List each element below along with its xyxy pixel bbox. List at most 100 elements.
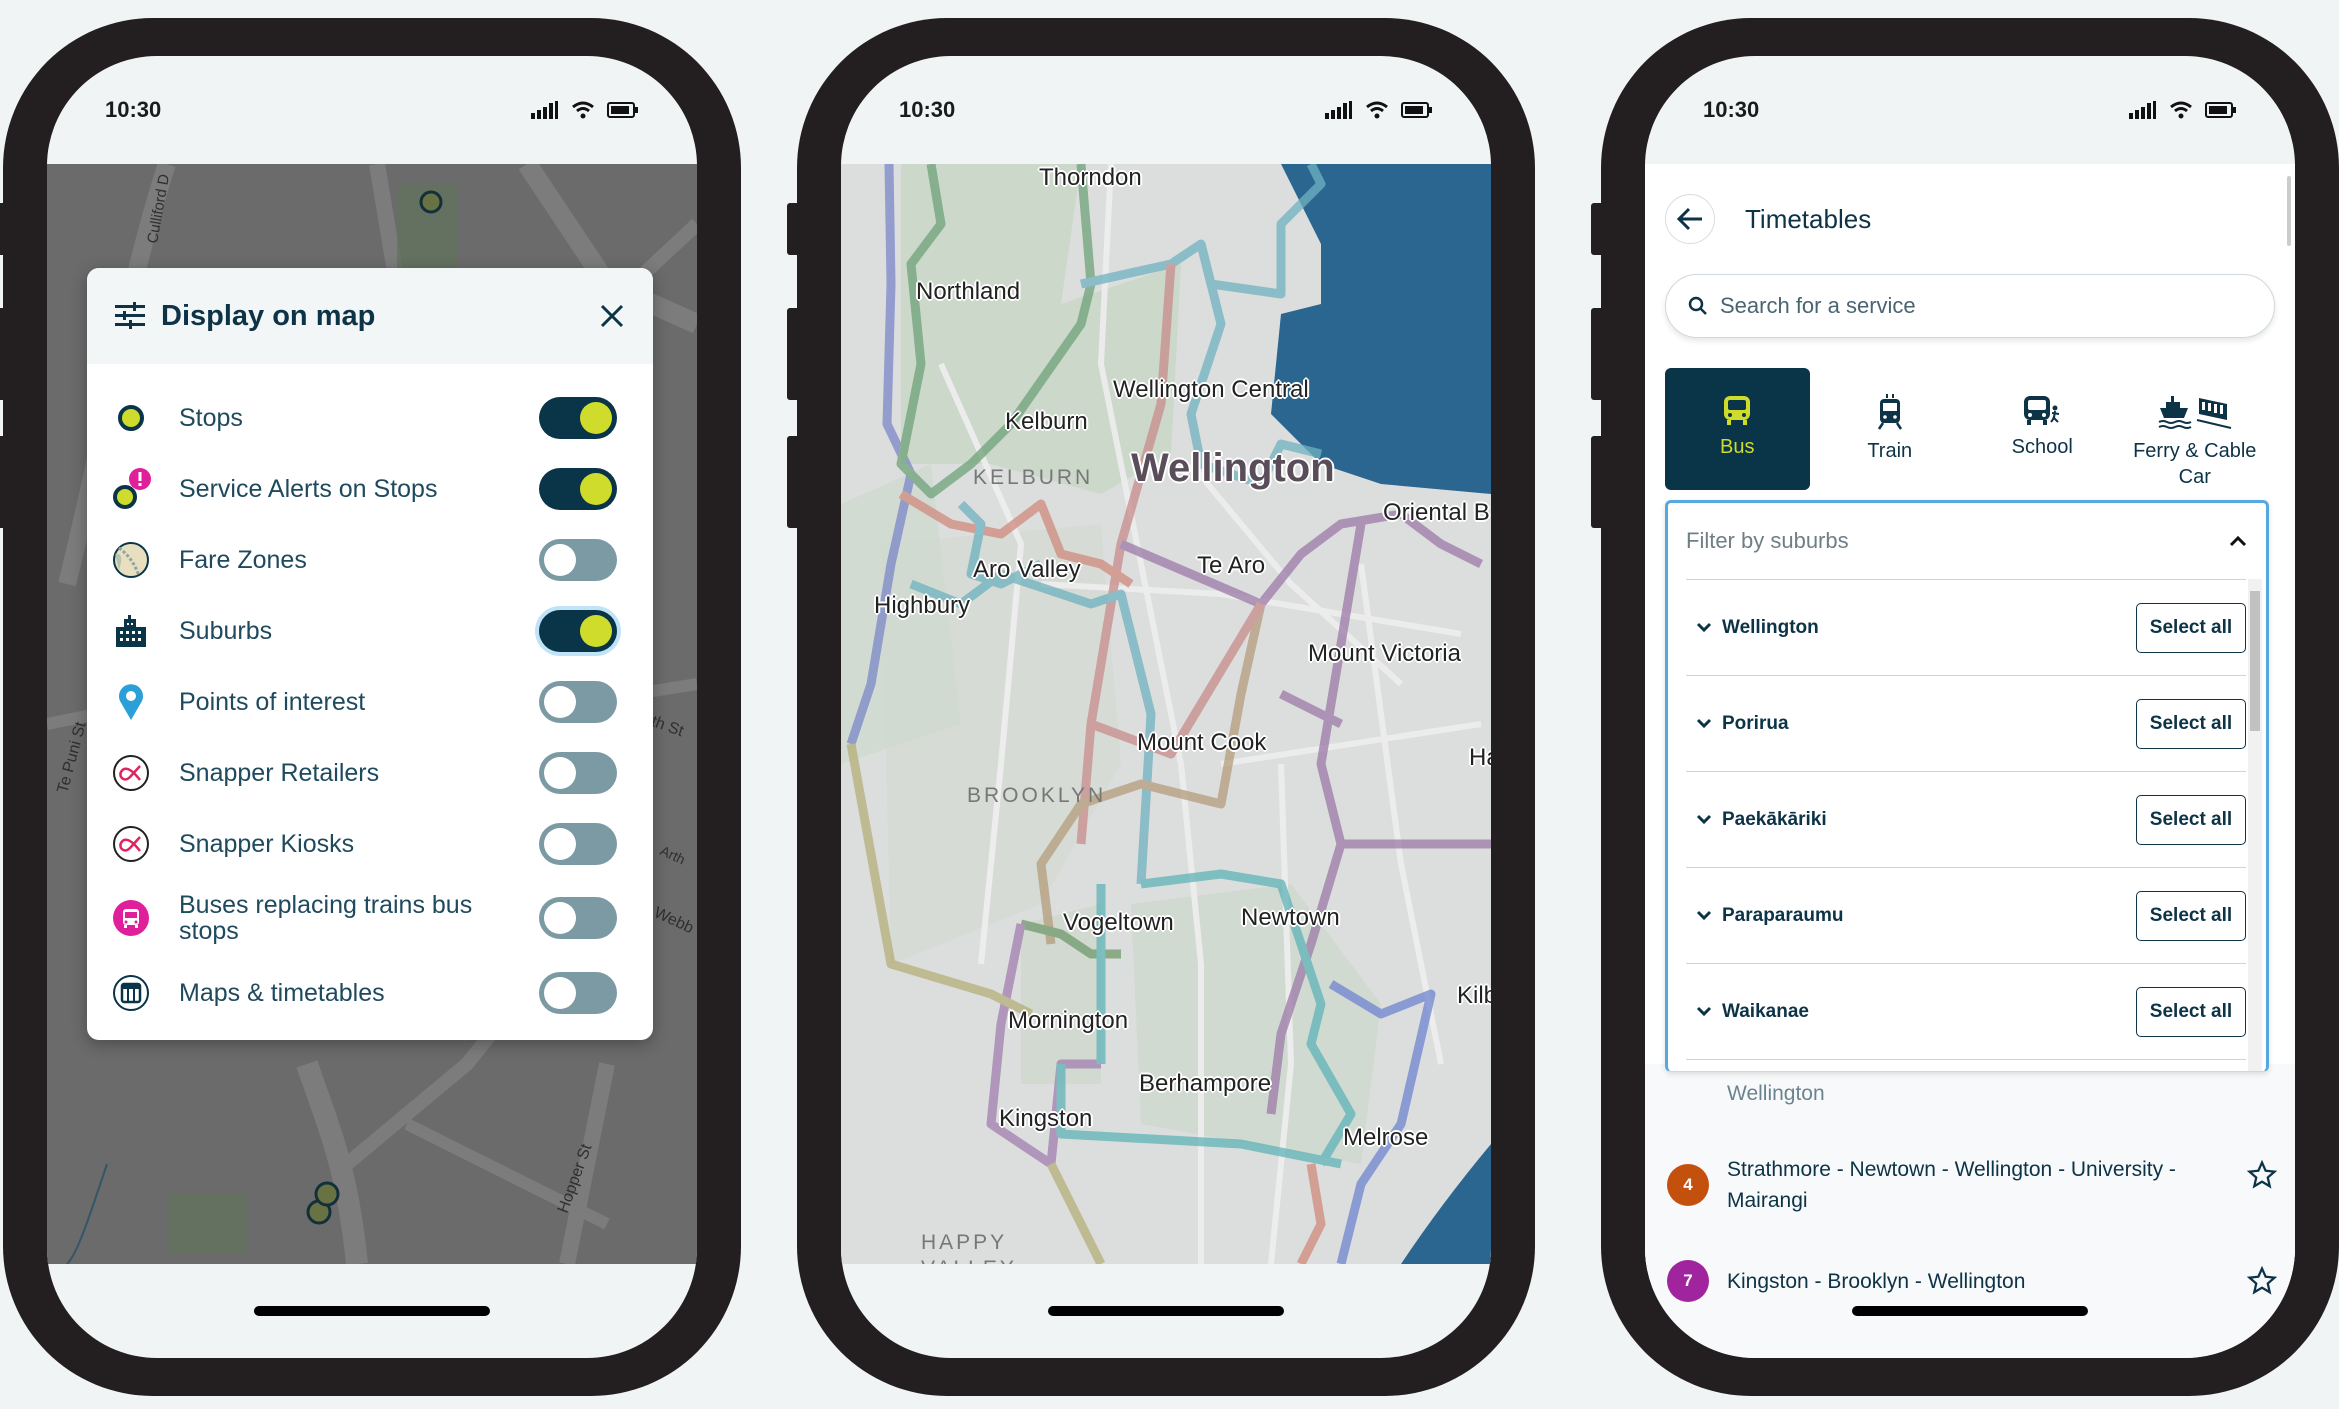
snapper-icon [109,751,153,795]
bus-replacement-icon [109,896,153,940]
map-label-suburb: Northland [916,278,1021,305]
back-button[interactable] [1665,194,1715,244]
map-label-suburb: Kelburn [1005,408,1088,435]
select-all-button[interactable]: Select all [2136,794,2246,845]
map-label-suburb: Newtown [1241,904,1340,931]
fare-zone-icon [109,538,153,582]
chevron-down-icon[interactable] [1696,1001,1712,1023]
chevron-down-icon[interactable] [1696,713,1712,735]
wifi-icon [572,101,594,119]
option-service-alerts[interactable]: Service Alerts on Stops [87,453,653,524]
stops-toggle[interactable] [539,396,617,439]
option-buses-replacing-trains[interactable]: Buses replacing trains bus stops [87,879,653,957]
route-item-partial[interactable]: Wellington [1667,1078,2277,1109]
chevron-down-icon[interactable] [1696,809,1712,831]
region-name: Paraparaumu [1722,904,1844,926]
select-all-button[interactable]: Select all [2136,986,2246,1037]
snapper-retailers-toggle[interactable] [539,751,617,794]
tab-label: Train [1867,440,1913,462]
tab-bus[interactable]: Bus [1665,368,1810,490]
scrollbar-thumb[interactable] [2250,591,2260,731]
points-of-interest-toggle[interactable] [539,680,617,723]
side-button [787,203,799,255]
select-all-button[interactable]: Select all [2136,890,2246,941]
service-search-box[interactable] [1665,274,2275,338]
region-row-waikanae[interactable]: Waikanae Select all [1686,963,2246,1059]
suburbs-map[interactable]: Thorndon Northland Wellington Central Ke… [841,164,1491,1264]
route-item[interactable]: 7 Kingston - Brooklyn - Wellington [1667,1260,2277,1302]
phone-frame-timetables: 10:30 Timetables Search for a service Bu… [1591,18,2339,1396]
service-search-input[interactable] [1720,293,2252,319]
fare-zones-toggle[interactable] [539,538,617,581]
route-name: Kingston - Brooklyn - Wellington [1727,1269,2026,1293]
battery-icon [607,102,638,118]
tab-ferry-cable-car[interactable]: Ferry & Cable Car [2123,368,2268,490]
option-snapper-kiosks[interactable]: Snapper Kiosks [87,808,653,879]
home-indicator[interactable] [1852,1306,2088,1316]
option-snapper-retailers[interactable]: Snapper Retailers [87,737,653,808]
select-all-button[interactable]: Select all [2136,602,2246,653]
route-item[interactable]: 4 Strathmore - Newtown - Wellington - Un… [1667,1154,2277,1216]
chevron-down-icon[interactable] [1696,905,1712,927]
star-favourite-icon[interactable] [2247,1266,2277,1296]
phone-screen: 10:30 [841,56,1491,1358]
map-label-suburb: Melrose [1343,1124,1429,1151]
option-label: Maps & timetables [179,978,385,1007]
map-label-suburb: Thorndon [1039,164,1142,191]
route-number-badge: 7 [1667,1260,1709,1302]
option-points-of-interest[interactable]: Points of interest [87,666,653,737]
option-label: Stops [179,403,243,432]
signal-icon [1325,101,1352,119]
region-row-paraparaumu[interactable]: Paraparaumu Select all [1686,867,2246,963]
suburb-filter-header[interactable]: Filter by suburbs [1668,503,2266,579]
close-icon[interactable] [599,303,625,329]
region-row-porirua[interactable]: Porirua Select all [1686,675,2246,771]
region-row-paekakariki[interactable]: Paekākāriki Select all [1686,771,2246,867]
option-label: Snapper Retailers [179,758,380,787]
region-row-wellington[interactable]: Wellington Select all [1686,579,2246,675]
suburbs-toggle[interactable] [539,609,617,652]
volume-down-button [1591,436,1603,528]
tab-label: School [2011,436,2073,458]
map-label-suburb: Kingston [999,1105,1093,1132]
tab-label: Ferry & Cable Car [2133,440,2257,488]
select-all-button[interactable]: Select all [2136,698,2246,749]
buses-replacing-trains-toggle[interactable] [539,897,617,939]
route-name: Wellington [1727,1082,1825,1105]
home-indicator[interactable] [254,1306,490,1316]
page-scrollbar[interactable] [2287,176,2291,246]
maps-timetables-toggle[interactable] [539,971,617,1014]
option-label: Snapper Kiosks [179,829,355,858]
home-indicator[interactable] [1048,1306,1284,1316]
map-label-suburb: Mornington [1008,1007,1129,1034]
chevron-down-icon[interactable] [1696,617,1712,639]
tab-school[interactable]: School [1970,368,2115,490]
region-name: Wellington [1722,616,1819,638]
service-alerts-toggle[interactable] [539,467,617,510]
map-label-suburb: Kilb [1457,982,1491,1009]
chevron-up-icon[interactable] [2228,534,2248,548]
option-maps-timetables[interactable]: Maps & timetables [87,957,653,1028]
option-fare-zones[interactable]: Fare Zones [87,524,653,595]
tab-train[interactable]: Train [1818,368,1963,490]
suburb-filter-dropdown[interactable]: Filter by suburbs Wellington Select all … [1665,500,2269,1072]
option-suburbs[interactable]: Suburbs [87,595,653,666]
phone-screen: 10:30 [47,56,697,1358]
option-label: Fare Zones [179,545,307,574]
region-list-scrollbar[interactable] [2248,579,2262,1071]
stop-dot-icon [109,396,153,440]
map-label-suburb: Berhampore [1139,1070,1272,1097]
map-label-area: BROOKLYN [967,784,1107,807]
train-icon [1877,394,1902,430]
arrow-left-icon [1676,207,1702,231]
option-label: Service Alerts on Stops [179,474,438,503]
page-title: Timetables [1745,203,1872,234]
sliders-icon [115,302,145,329]
snapper-kiosks-toggle[interactable] [539,822,617,865]
app-header: Timetables [1645,164,2295,274]
region-row-partial [1686,1059,2246,1071]
status-bar: 10:30 [1645,56,2295,164]
option-stops[interactable]: Stops [87,382,653,453]
suburb-boundaries-graphic [841,164,1491,1264]
star-favourite-icon[interactable] [2247,1160,2277,1190]
